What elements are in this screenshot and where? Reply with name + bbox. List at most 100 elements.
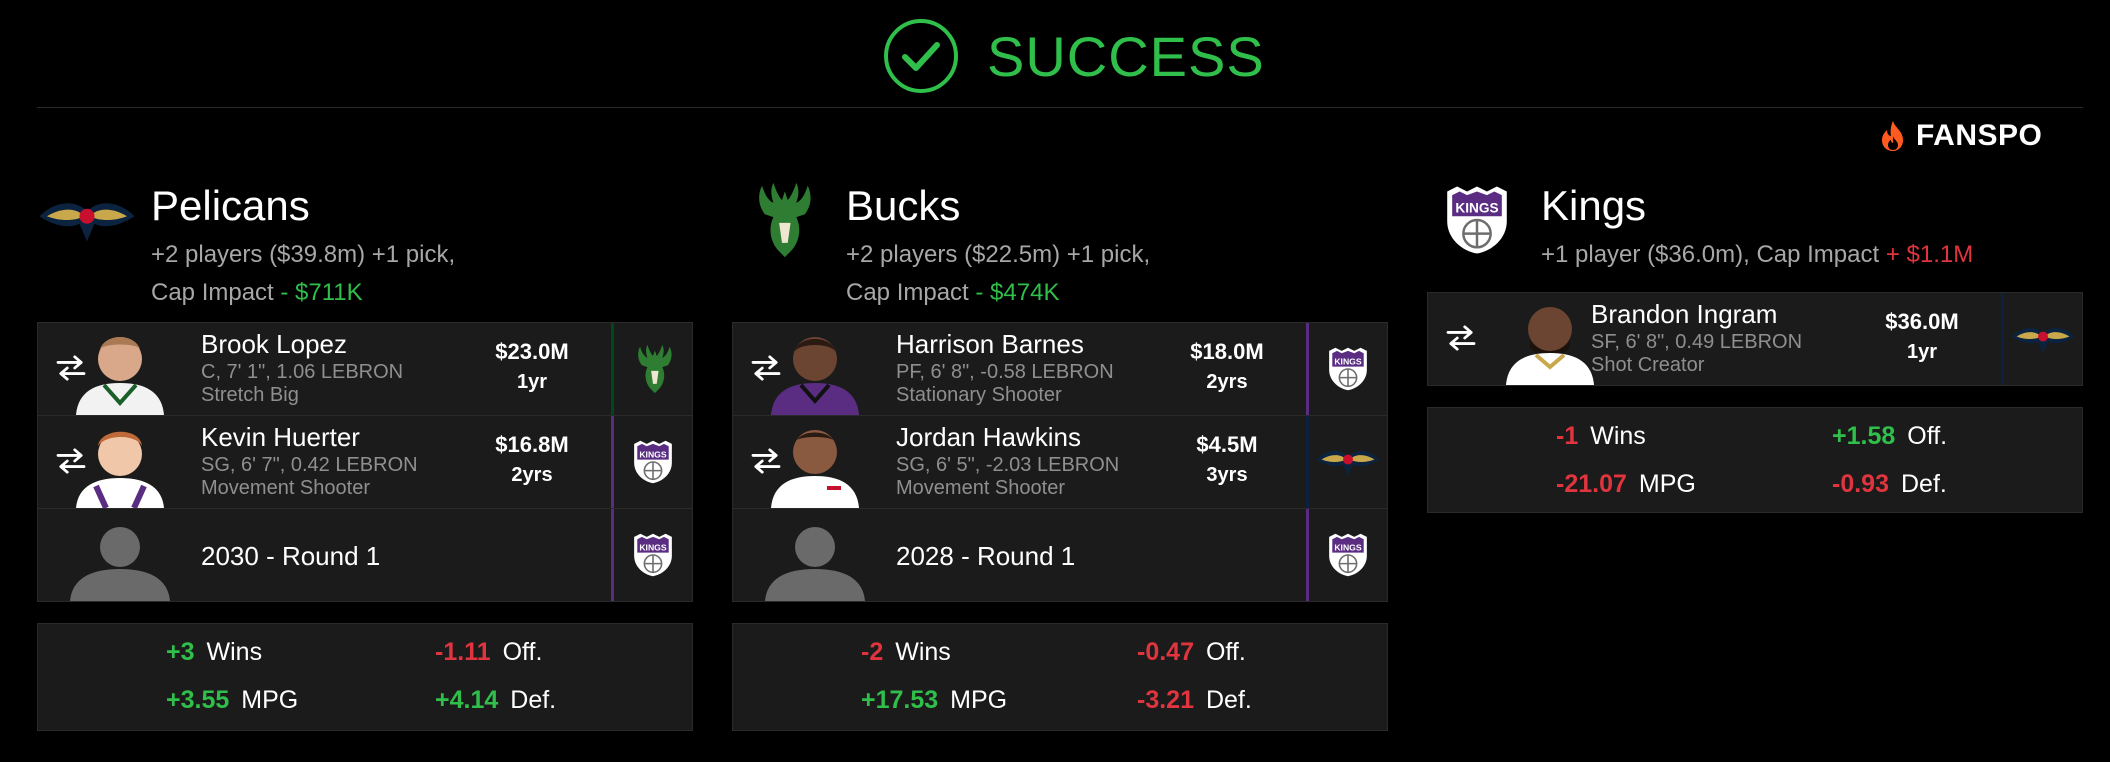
destination-team xyxy=(611,323,692,415)
impact-panel: -2 Wins -0.47 Off. +17.53 MPG -3.21 Def. xyxy=(732,623,1388,731)
pick-label: 2028 - Round 1 xyxy=(896,541,1076,571)
off-value: -0.47 xyxy=(1137,638,1194,666)
destination-team xyxy=(1306,416,1387,508)
contract-years: 2yrs xyxy=(511,464,553,486)
swap-icon[interactable] xyxy=(1445,325,1477,351)
player-name: Kevin Huerter xyxy=(201,422,360,452)
player-position-size: SF, 6' 8", 0.49 LEBRON xyxy=(1591,331,1803,353)
asset-list: Brook Lopez C, 7' 1", 1.06 LEBRON Stretc… xyxy=(37,322,693,602)
destination-team xyxy=(611,509,692,601)
player-card[interactable]: Brandon Ingram SF, 6' 8", 0.49 LEBRON Sh… xyxy=(1428,293,2082,385)
def-stat: -0.93 Def. xyxy=(1832,470,1947,499)
impact-panel: -1 Wins +1.58 Off. -21.07 MPG -0.93 Def. xyxy=(1427,407,2083,513)
mpg-stat: +3.55 MPG xyxy=(166,686,298,715)
mpg-stat: -21.07 MPG xyxy=(1556,470,1696,499)
player-info: C, 7' 1", 1.06 LEBRON Stretch Big xyxy=(201,361,403,407)
kings-logo-icon xyxy=(633,439,673,485)
pick-placeholder-silhouette xyxy=(765,527,865,601)
flame-icon xyxy=(1882,121,1903,151)
player-salary: $4.5M xyxy=(1196,432,1258,457)
player-headshot xyxy=(76,337,164,415)
def-label: Def. xyxy=(1900,470,1947,498)
def-label: Def. xyxy=(510,686,557,714)
player-name: Harrison Barnes xyxy=(896,329,1084,359)
def-value: -0.93 xyxy=(1832,470,1889,498)
cap-impact-label: Cap Impact xyxy=(846,279,969,306)
player-position-size: SG, 6' 7", 0.42 LEBRON xyxy=(201,454,418,476)
asset-list: Harrison Barnes PF, 6' 8", -0.58 LEBRON … xyxy=(732,322,1388,602)
mpg-label: MPG xyxy=(1638,470,1696,498)
player-info: SF, 6' 8", 0.49 LEBRON Shot Creator xyxy=(1591,331,1802,377)
player-position-size: PF, 6' 8", -0.58 LEBRON xyxy=(896,361,1114,383)
off-label: Off. xyxy=(1907,422,1948,450)
team-summary: +1 player ($36.0m), Cap Impact + $1.1M xyxy=(1541,236,2081,274)
player-archetype: Shot Creator xyxy=(1591,354,1705,376)
player-card[interactable]: Brook Lopez C, 7' 1", 1.06 LEBRON Stretc… xyxy=(38,323,692,416)
wins-stat: -1 Wins xyxy=(1556,422,1646,451)
off-value: +1.58 xyxy=(1832,422,1896,450)
asset-list: Brandon Ingram SF, 6' 8", 0.49 LEBRON Sh… xyxy=(1427,292,2083,386)
player-salary: $23.0M xyxy=(495,339,569,364)
player-salary: $36.0M xyxy=(1885,309,1959,334)
destination-team xyxy=(1306,509,1387,601)
destination-team xyxy=(1306,323,1387,415)
kings-logo-icon xyxy=(1328,532,1368,578)
team-summary-line: +1 player ($36.0m), Cap Impact xyxy=(1541,241,1880,268)
wins-value: -2 xyxy=(861,638,884,666)
team-summary-line: +2 players ($22.5m) +1 pick, xyxy=(846,241,1151,268)
off-stat: -0.47 Off. xyxy=(1137,638,1246,667)
mpg-label: MPG xyxy=(950,686,1008,714)
wins-label: Wins xyxy=(895,638,951,666)
contract-years: 1yr xyxy=(516,371,548,393)
contract-years: 2yrs xyxy=(1206,371,1248,393)
player-archetype: Movement Shooter xyxy=(896,477,1065,499)
team-summary-line: +2 players ($39.8m) +1 pick, xyxy=(151,241,456,268)
off-value: -1.11 xyxy=(435,638,491,666)
kings-logo-icon xyxy=(1445,185,1509,255)
player-name: Jordan Hawkins xyxy=(896,422,1081,452)
player-headshot xyxy=(76,431,164,508)
player-card[interactable]: Harrison Barnes PF, 6' 8", -0.58 LEBRON … xyxy=(733,323,1387,416)
player-info: PF, 6' 8", -0.58 LEBRON Stationary Shoot… xyxy=(896,361,1114,407)
wins-stat: -2 Wins xyxy=(861,638,951,667)
wins-label: Wins xyxy=(1590,422,1646,450)
pick-card[interactable]: 2030 - Round 1 xyxy=(38,509,692,601)
off-label: Off. xyxy=(1205,638,1246,666)
cap-impact-value: + $1.1M xyxy=(1879,241,1974,268)
def-label: Def. xyxy=(1205,686,1252,714)
player-salary: $16.8M xyxy=(495,432,569,457)
player-headshot xyxy=(771,430,859,508)
brand-logo[interactable]: FANSPO xyxy=(1878,119,2042,153)
def-stat: +4.14 Def. xyxy=(435,686,556,715)
destination-team xyxy=(2001,293,2082,385)
pick-placeholder-silhouette xyxy=(70,527,170,601)
kings-logo-icon xyxy=(633,532,673,578)
header: SUCCESS FANSPO xyxy=(0,0,2110,152)
cap-impact-label: Cap Impact xyxy=(151,279,274,306)
player-position-size: C, 7' 1", 1.06 LEBRON xyxy=(201,361,404,383)
player-archetype: Stretch Big xyxy=(201,384,299,406)
wins-value: -1 xyxy=(1556,422,1579,450)
player-name: Brandon Ingram xyxy=(1591,299,1778,329)
player-info: SG, 6' 5", -2.03 LEBRON Movement Shooter xyxy=(896,454,1119,500)
success-banner: SUCCESS xyxy=(883,18,1265,94)
wins-label: Wins xyxy=(206,638,263,666)
player-info: SG, 6' 7", 0.42 LEBRON Movement Shooter xyxy=(201,454,418,500)
cap-impact-value: - $474K xyxy=(968,279,1060,306)
player-card[interactable]: Kevin Huerter SG, 6' 7", 0.42 LEBRON Mov… xyxy=(38,416,692,509)
off-stat: +1.58 Off. xyxy=(1832,422,1947,451)
player-card[interactable]: Jordan Hawkins SG, 6' 5", -2.03 LEBRON M… xyxy=(733,416,1387,509)
pick-card[interactable]: 2028 - Round 1 xyxy=(733,509,1387,601)
player-position-size: SG, 6' 5", -2.03 LEBRON xyxy=(896,454,1120,476)
def-value: +4.14 xyxy=(435,686,499,714)
team-name: Bucks xyxy=(846,182,961,229)
contract-years: 1yr xyxy=(1906,341,1938,363)
player-headshot xyxy=(771,337,859,415)
wins-stat: +3 Wins xyxy=(166,638,262,667)
cap-impact-value: - $711K xyxy=(273,279,363,306)
wins-value: +3 xyxy=(166,638,195,666)
pelicans-logo-icon xyxy=(1316,450,1380,477)
mpg-stat: +17.53 MPG xyxy=(861,686,1007,715)
contract-years: 3yrs xyxy=(1206,464,1248,486)
team-summary: +2 players ($39.8m) +1 pick, Cap Impact … xyxy=(151,236,691,312)
